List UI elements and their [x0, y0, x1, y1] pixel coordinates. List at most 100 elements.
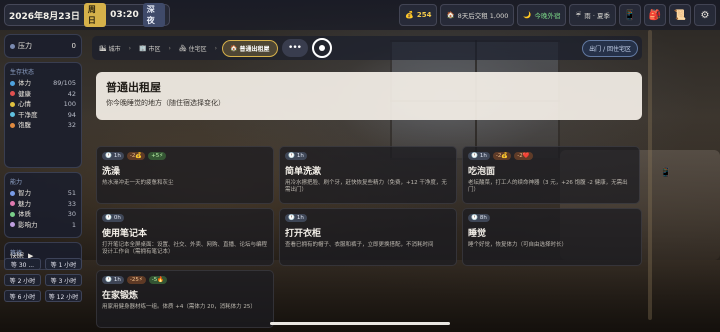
money-pill[interactable]: 💰 254 — [399, 4, 438, 26]
tag-text: 8h — [479, 214, 487, 221]
action-tags: 🕐 1h -25⚡ -5🔥 — [102, 274, 268, 285]
action-card[interactable]: 🕐 1h -25⚡ -5🔥 在家锻炼 用家用健身器材练一组。体质 +4（需体力 20，消耗… — [96, 270, 274, 328]
ability-icon — [10, 190, 15, 196]
ability-label: 魅力 — [18, 199, 31, 208]
weather-pill[interactable]: ☔ 雨 · 夏季 — [569, 4, 616, 26]
ability-row: 智力 51 — [10, 188, 76, 199]
action-tags: 🕐 8h — [468, 212, 636, 223]
status-name: 体力 — [10, 78, 31, 89]
status-name: 健康 — [10, 89, 31, 100]
action-title: 睡觉 — [468, 229, 487, 239]
scroll-button[interactable]: 📜 — [669, 4, 691, 26]
pressure-card[interactable]: 压力 0 — [4, 34, 82, 58]
action-card[interactable]: 🕐 1h 打开衣柜 查看已拥有的帽子、衣服和裤子，立即更换搭配，不消耗时间 — [279, 208, 457, 266]
action-card[interactable]: 🕐 8h 睡觉 睡个好觉，恢复体力（可自由选择时长） — [462, 208, 642, 266]
status-value: 94 — [67, 110, 76, 119]
time-tag: 🕐 0h — [102, 213, 124, 222]
status-icon — [10, 112, 15, 118]
status-row: 心情 100 — [10, 99, 76, 110]
status-title: 生存状态 — [10, 69, 35, 76]
gear-icon: ⚙ — [700, 9, 710, 21]
settings-button[interactable]: ⚙ — [694, 4, 716, 26]
crumb-separator: › — [214, 44, 217, 52]
action-title: 吃泡面 — [468, 167, 496, 177]
cost-tag: -2💰 — [126, 151, 146, 160]
top-right-group: 💰 254 🏠 8天后交租 1,000 🌙 今晚外宿 ☔ 雨 · 夏季 📱 🎒 … — [399, 4, 716, 26]
rent-pill[interactable]: 🏠 8天后交租 1,000 — [440, 4, 515, 26]
phone-button[interactable]: 📱 — [619, 4, 641, 26]
clock-icon: 🕐 — [471, 152, 478, 159]
action-title: 简单洗漱 — [285, 167, 322, 177]
status-card: 生存状态 体力 89/105 健康 42 心情 100 干净度 94 饱腹 32 — [4, 62, 82, 168]
time-tag: 🕐 1h — [285, 213, 307, 222]
tag-text: -2💰 — [495, 152, 509, 159]
status-row: 饱腹 32 — [10, 120, 76, 131]
ability-name: 体质 — [10, 209, 31, 220]
crumb-residential[interactable]: 🏘 住宅区 — [176, 42, 210, 55]
ability-icon — [10, 222, 15, 228]
ability-row: 体质 30 — [10, 209, 76, 220]
pressure-value: 0 — [71, 42, 76, 50]
ability-label: 影响力 — [18, 220, 38, 229]
wait-option-button[interactable]: 等 1 小时 — [45, 258, 82, 270]
money-value: 254 — [416, 11, 432, 19]
scrollbar[interactable] — [648, 30, 652, 320]
ability-value: 30 — [67, 210, 76, 218]
wait-grid: 等 30 ... 等 1 小时等 2 小时等 3 小时等 6 小时等 12 小时 — [4, 258, 82, 302]
dots-icon: ••• — [288, 43, 302, 53]
wait-option-button[interactable]: 等 2 小时 — [4, 274, 41, 286]
lodging-pill[interactable]: 🌙 今晚外宿 — [517, 4, 567, 26]
status-list: 体力 89/105 健康 42 心情 100 干净度 94 饱腹 32 — [10, 78, 76, 131]
weather-text: 雨 · 夏季 — [584, 12, 610, 20]
action-tags: 🕐 0h — [102, 212, 268, 223]
bag-button[interactable]: 🎒 — [644, 4, 666, 26]
coin-icon: 💰 — [405, 11, 414, 19]
clock-icon: 🕐 — [288, 152, 295, 159]
action-tags: 🕐 1h — [285, 212, 451, 223]
time-tag: 🕐 1h — [102, 151, 124, 160]
action-card[interactable]: 🕐 1h -2💰 +5⚡ 洗澡 热水澡冲走一天的疲惫和灰尘 — [96, 146, 274, 204]
action-card[interactable]: 🕐 1h 简单洗漱 用冷水擦把脸、刷个牙，赶快恢复些精力（免费，+12 干净度，无需出… — [279, 146, 457, 204]
crumb-downtown[interactable]: 🏢 市区 — [136, 42, 164, 55]
exit-button[interactable]: 出门 / 回住宅区 — [582, 39, 638, 57]
action-card[interactable]: 🕐 0h 使用笔记本 打开笔记本全屏桌面：设置、社交、外卖、网购、直播、论坛与编程设计… — [96, 208, 274, 266]
time-tag: 🕐 1h — [102, 275, 124, 284]
status-label: 饱腹 — [18, 121, 31, 129]
home-indicator — [270, 322, 450, 325]
cost-tag: -2❤️ — [514, 151, 533, 160]
action-title: 在家锻炼 — [102, 291, 139, 301]
gain-tag: -5🔥 — [148, 275, 168, 284]
locate-button[interactable] — [311, 38, 332, 58]
crumb-city[interactable]: 🏙 城市 — [96, 42, 124, 55]
crumb-rental[interactable]: 🏠 普通出租屋 — [222, 39, 278, 57]
clock-icon: 🕐 — [105, 276, 112, 283]
action-card[interactable]: 🕐 1h -2💰 -2❤️ 吃泡面老坛酸菜，打工人的续命神器（3 元，+26 饱腹 -2… — [462, 146, 640, 204]
phone-side-icon[interactable]: 📱 — [660, 168, 671, 182]
action-description: 查看已拥有的帽子、衣服和裤子，立即更换搭配，不消耗时间 — [285, 242, 434, 248]
ability-name: 影响力 — [10, 220, 38, 231]
status-icon — [10, 91, 15, 97]
crumb-separator: › — [168, 44, 171, 52]
cost-tag: -25⚡ — [126, 275, 146, 284]
ability-name: 智力 — [10, 188, 31, 199]
wait-option-button[interactable]: 等 12 小时 — [45, 290, 82, 302]
phone-icon: 📱 — [623, 9, 637, 21]
wait-option-button[interactable]: 等 30 ... — [4, 258, 41, 270]
lodging-text: 今晚外宿 — [534, 12, 561, 20]
tag-text: -25⚡ — [129, 276, 143, 283]
action-description: 老坛酸菜，打工人的续命神器（3 元，+26 饱腹 -2 健康，无需出门） — [468, 180, 628, 193]
status-label: 心情 — [18, 100, 31, 108]
status-value: 42 — [67, 89, 76, 98]
more-dots-button[interactable]: ••• — [281, 39, 308, 57]
ability-row: 影响力 1 — [10, 220, 76, 231]
location-header: 普通出租屋 你今晚睡觉的地方（随住宿选择变化） — [96, 72, 642, 120]
time-tag: 🕐 1h — [468, 151, 490, 160]
wait-option-button[interactable]: 等 6 小时 — [4, 290, 41, 302]
pressure-icon — [10, 43, 15, 49]
wait-option-button[interactable]: 等 3 小时 — [45, 274, 82, 286]
ability-label: 智力 — [18, 189, 31, 197]
datetime-box: 2026年8月23日 周日 03:20 深夜 — [4, 3, 170, 27]
action-description: 打开笔记本全屏桌面：设置、社交、外卖、网购、直播、论坛与编程设计工作台（需拥有笔… — [102, 242, 268, 255]
wait-title: 等待 — [10, 250, 23, 257]
building-icon: 🏢 — [139, 44, 147, 52]
